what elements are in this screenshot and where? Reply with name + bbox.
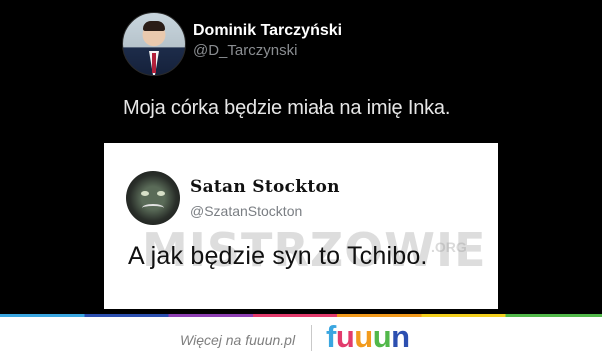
avatar-hair [143,21,165,31]
reply-author-name[interactable]: Satan Stockton [190,177,340,197]
tweet-container: Dominik Tarczyński @D_Tarczynski Moja có… [0,0,602,314]
author-name[interactable]: Dominik Tarczyński [193,22,342,40]
tweet-text: Moja córka będzie miała na imię Inka. [123,97,451,119]
avatar-eye-right [157,191,165,196]
brand-letter: u [335,319,355,354]
brand-letter: u [354,319,373,354]
author-handle[interactable]: @D_Tarczynski [193,42,297,59]
footer: Więcej na fuuun.pl fuuun [0,317,602,358]
avatar-tie [152,53,156,73]
avatar-eye-left [141,191,149,196]
reply-author-handle[interactable]: @SzatanStockton [190,203,302,219]
brand-letter: u [372,319,392,354]
brand-letter: f [326,319,336,354]
brand-logo[interactable]: fuuun [326,319,410,355]
avatar-mouth [142,204,164,212]
author-avatar[interactable] [122,12,186,76]
reply-text: A jak będzie syn to Tchibo. [128,242,428,270]
watermark-suffix: .ORG [431,239,467,255]
brand-letter: n [391,319,410,354]
footer-link[interactable]: Więcej na fuuun.pl [180,332,295,348]
footer-divider [311,325,312,351]
reply-avatar[interactable] [126,171,180,225]
reply-card: Satan Stockton @SzatanStockton MISTRZOWI… [104,143,498,309]
